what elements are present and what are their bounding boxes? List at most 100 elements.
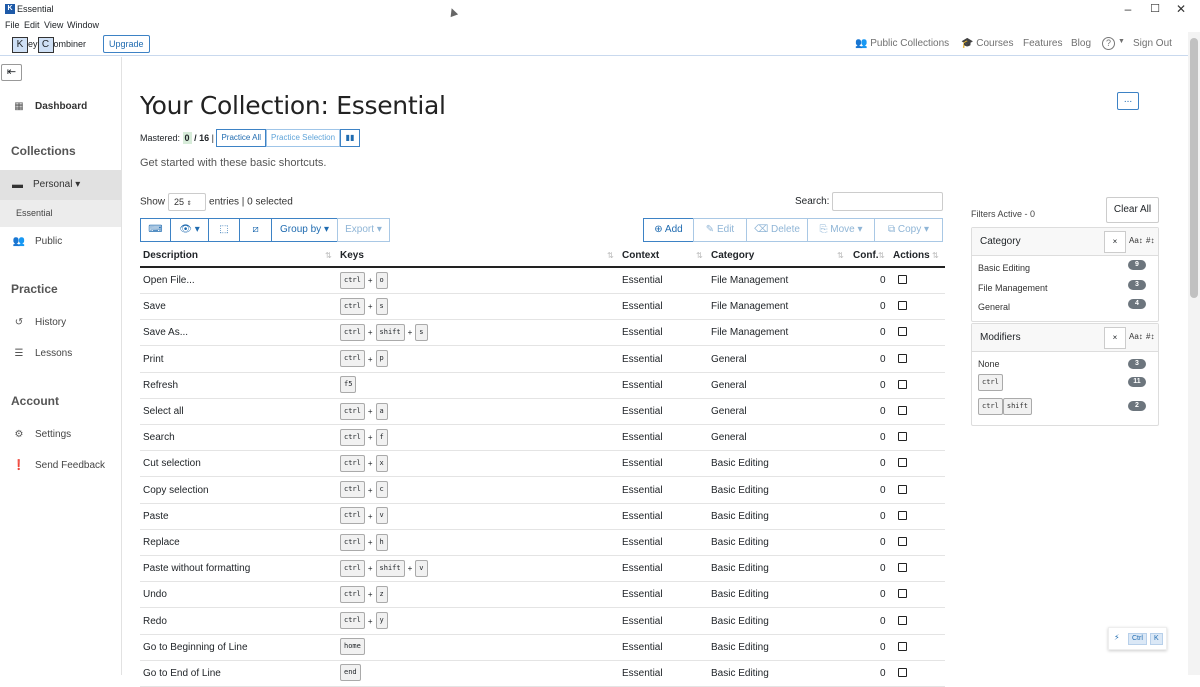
- sort-keys-icon[interactable]: ⇅: [607, 246, 614, 266]
- table-row[interactable]: Undo ctrl + z Essential Basic Editing 0: [140, 582, 945, 609]
- edit-button[interactable]: ✎ Edit: [693, 218, 747, 242]
- page-scrollbar[interactable]: [1188, 32, 1200, 675]
- row-edit-button[interactable]: [898, 268, 907, 294]
- table-row[interactable]: Copy selection ctrl + c Essential Basic Editi…: [140, 478, 945, 504]
- maximize-icon[interactable]: ☐: [1145, 2, 1165, 15]
- practice-all-button[interactable]: Practice All: [216, 129, 267, 147]
- row-edit-button[interactable]: [898, 478, 907, 504]
- sort-description-icon[interactable]: ⇅: [325, 246, 332, 266]
- table-row[interactable]: Open File... ctrl + o Essential File Manageme…: [140, 268, 945, 294]
- row-edit-button[interactable]: [898, 425, 907, 451]
- table-row[interactable]: Replace ctrl + h Essential Basic Editing 0: [140, 530, 945, 556]
- table-row[interactable]: Save As... ctrl + shift + s Essential File Mana…: [140, 320, 945, 347]
- table-row[interactable]: Paste ctrl + v Essential Basic Editing 0: [140, 504, 945, 530]
- visibility-button[interactable]: 👁 ▾: [170, 218, 209, 242]
- modifier-ctrl[interactable]: ctrl: [978, 374, 1003, 391]
- sort-count-icon[interactable]: #↕: [1146, 236, 1154, 245]
- search-input[interactable]: [832, 192, 943, 211]
- row-edit-button[interactable]: [898, 609, 907, 635]
- courses-link[interactable]: 🎓 Courses: [961, 38, 1013, 49]
- col-conf[interactable]: Conf.: [853, 246, 879, 266]
- sidebar-item-public[interactable]: 👥 Public: [0, 231, 121, 253]
- table-row[interactable]: Go to Beginning of Line home Essential Basi…: [140, 635, 945, 661]
- col-context[interactable]: Context: [622, 246, 659, 266]
- collapse-sidebar-button[interactable]: ⇤: [1, 64, 22, 81]
- help-icon[interactable]: ?: [1102, 37, 1115, 50]
- table-row[interactable]: Paste without formatting ctrl + shift + v Esse…: [140, 556, 945, 583]
- row-edit-button[interactable]: [898, 373, 907, 399]
- col-keys[interactable]: Keys: [340, 246, 364, 266]
- table-row[interactable]: Redo ctrl + y Essential Basic Editing 0: [140, 609, 945, 635]
- col-category[interactable]: Category: [711, 246, 754, 266]
- upgrade-button[interactable]: Upgrade: [103, 35, 150, 53]
- sort-alpha-icon[interactable]: Aa↕: [1129, 236, 1143, 245]
- menu-file[interactable]: File: [5, 20, 20, 30]
- table-row[interactable]: Cut selection ctrl + x Essential Basic Editin…: [140, 451, 945, 478]
- keyboard-view-button[interactable]: ⌨: [140, 218, 171, 242]
- stats-chart-button[interactable]: ▮▮: [340, 129, 361, 147]
- col-description[interactable]: Description: [143, 246, 198, 266]
- category-clear-button[interactable]: ×: [1104, 231, 1126, 253]
- menu-edit[interactable]: Edit: [24, 20, 40, 30]
- row-edit-button[interactable]: [898, 582, 907, 608]
- sort-conf-icon[interactable]: ⇅: [878, 246, 885, 266]
- table-row[interactable]: Save ctrl + s Essential File Management 0: [140, 294, 945, 321]
- row-edit-button[interactable]: [898, 504, 907, 530]
- help-caret-icon[interactable]: ▼: [1118, 38, 1125, 45]
- blog-link[interactable]: Blog: [1071, 38, 1091, 49]
- sort-category-icon[interactable]: ⇅: [837, 246, 844, 266]
- scrollbar-thumb[interactable]: [1190, 38, 1198, 298]
- sign-out-link[interactable]: Sign Out: [1133, 38, 1172, 49]
- row-edit-button[interactable]: [898, 451, 907, 477]
- sort-actions-icon[interactable]: ⇅: [932, 246, 939, 266]
- menu-view[interactable]: View: [44, 20, 63, 30]
- practice-selection-button[interactable]: Practice Selection: [266, 129, 341, 147]
- shortcut-hint-widget[interactable]: ⚡ Ctrl K: [1108, 627, 1167, 650]
- sidebar-item-send-feedback[interactable]: ❗ Send Feedback: [0, 455, 121, 477]
- table-row[interactable]: Go to End of Line end Essential Basic Editi…: [140, 661, 945, 687]
- menu-window[interactable]: Window: [67, 20, 99, 30]
- category-filter-item[interactable]: Basic Editing: [978, 263, 1030, 273]
- row-edit-button[interactable]: [898, 661, 907, 687]
- delete-button[interactable]: ⌫ Delete: [746, 218, 808, 242]
- features-link[interactable]: Features: [1023, 38, 1062, 49]
- sort-count-icon[interactable]: #↕: [1146, 332, 1154, 341]
- public-collections-link[interactable]: 👥 Public Collections: [855, 38, 949, 49]
- copy-button[interactable]: ⧉ Copy ▾: [874, 218, 943, 242]
- sidebar-item-personal[interactable]: ▬ Personal ▾: [0, 170, 121, 200]
- row-edit-button[interactable]: [898, 294, 907, 320]
- row-edit-button[interactable]: [898, 399, 907, 425]
- table-row[interactable]: Print ctrl + p Essential General 0: [140, 347, 945, 373]
- sidebar-item-lessons[interactable]: ☰ Lessons: [0, 343, 121, 365]
- minimize-icon[interactable]: –: [1118, 2, 1138, 16]
- group-by-button[interactable]: Group by ▾: [271, 218, 338, 242]
- add-button[interactable]: ⊕ Add: [643, 218, 694, 242]
- category-filter-item[interactable]: File Management: [978, 283, 1048, 293]
- modifier-ctrl-shift[interactable]: ctrl shift: [978, 398, 1032, 415]
- select-all-button[interactable]: ⬚: [208, 218, 240, 242]
- sidebar-item-essential[interactable]: Essential: [0, 200, 121, 227]
- keycombiner-logo[interactable]: Key Combiner: [12, 35, 86, 53]
- modifiers-clear-button[interactable]: ×: [1104, 327, 1126, 349]
- row-edit-button[interactable]: [898, 635, 907, 661]
- more-options-button[interactable]: ...: [1117, 92, 1139, 110]
- export-button[interactable]: Export ▾: [337, 218, 390, 242]
- table-row[interactable]: Select all ctrl + a Essential General 0: [140, 399, 945, 425]
- clear-all-button[interactable]: Clear All: [1106, 197, 1159, 223]
- row-edit-button[interactable]: [898, 556, 907, 582]
- row-edit-button[interactable]: [898, 347, 907, 373]
- sidebar-item-settings[interactable]: ⚙ Settings: [0, 424, 121, 446]
- sort-context-icon[interactable]: ⇅: [696, 246, 703, 266]
- category-filter-item[interactable]: General: [978, 302, 1010, 312]
- deselect-button[interactable]: ⧄: [239, 218, 272, 242]
- entries-select[interactable]: 25 ⇕: [168, 193, 207, 211]
- sidebar-item-dashboard[interactable]: ▦ Dashboard: [0, 96, 121, 118]
- col-actions[interactable]: Actions: [893, 246, 930, 266]
- row-edit-button[interactable]: [898, 320, 907, 346]
- sidebar-item-history[interactable]: ↺ History: [0, 312, 121, 334]
- sort-alpha-icon[interactable]: Aa↕: [1129, 332, 1143, 341]
- move-button[interactable]: ⎘ Move ▾: [807, 218, 875, 242]
- close-icon[interactable]: ✕: [1171, 2, 1191, 16]
- modifier-none[interactable]: None: [978, 359, 1000, 369]
- table-row[interactable]: Refresh f5 Essential General 0: [140, 373, 945, 399]
